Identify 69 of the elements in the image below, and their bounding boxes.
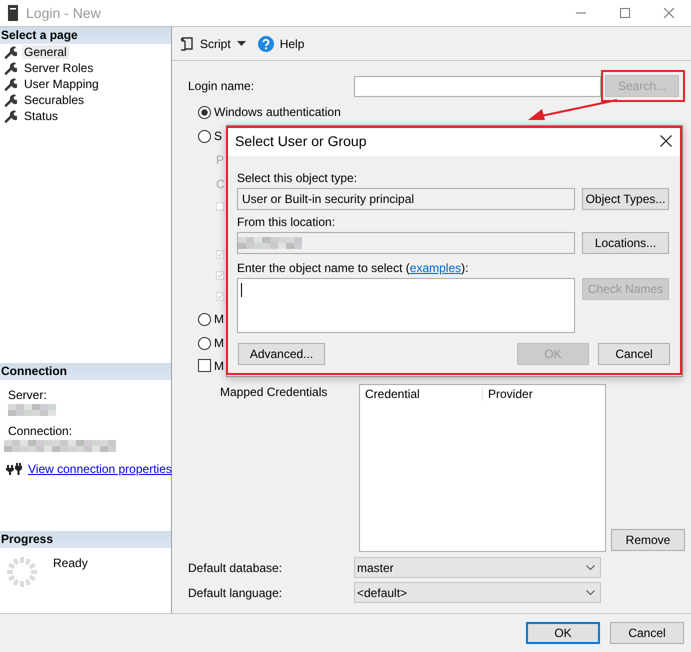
field-label: Select this object type: <box>237 171 358 185</box>
option-label: S <box>214 129 222 143</box>
script-button[interactable]: Script <box>200 36 231 50</box>
radio-button[interactable] <box>198 106 211 118</box>
location-field[interactable] <box>237 232 575 254</box>
chevron-icon <box>586 590 595 595</box>
column-header: Provider <box>487 387 533 401</box>
login-name-field[interactable] <box>354 76 601 96</box>
option-label: M <box>214 336 224 350</box>
radio-button[interactable] <box>198 130 211 142</box>
status-text: Ready <box>53 556 88 572</box>
radio-button[interactable] <box>198 336 211 350</box>
option-label: M <box>214 358 224 372</box>
column-header: Credential <box>360 387 483 401</box>
field-label: Enter the object name to select (examples): <box>237 261 470 275</box>
maximize-icon[interactable] <box>619 7 631 19</box>
wrench-icon <box>4 78 17 90</box>
cancel-button[interactable]: Cancel <box>610 622 684 644</box>
plug-icon <box>6 463 22 475</box>
object-name-field[interactable] <box>237 278 575 333</box>
option-label: M <box>214 312 224 326</box>
field-label: Default database: <box>188 560 284 574</box>
field-label: Default language: <box>188 586 284 600</box>
advanced-button[interactable]: Advanced... <box>238 343 325 365</box>
page-item[interactable]: Status <box>22 109 60 123</box>
checkbox[interactable] <box>198 359 211 372</box>
section-header: Connection <box>0 363 171 380</box>
option-label: C <box>216 177 225 191</box>
cancel-button[interactable]: Cancel <box>598 343 670 365</box>
locations-button[interactable]: Locations... <box>582 232 669 254</box>
window-title: Login - New <box>26 5 102 21</box>
section-header: Progress <box>0 531 171 548</box>
wrench-icon <box>4 46 17 58</box>
field-label: Connection: <box>7 424 74 438</box>
spinner-icon <box>6 556 38 588</box>
wrench-icon <box>4 94 17 106</box>
redacted-value <box>8 404 56 416</box>
page-item[interactable]: Server Roles <box>22 61 96 75</box>
redacted-value <box>238 237 302 249</box>
wrench-icon <box>4 110 17 122</box>
field-label: Server: <box>7 388 48 402</box>
close-icon[interactable] <box>660 135 672 147</box>
script-icon <box>180 36 194 52</box>
help-icon[interactable] <box>258 36 274 52</box>
help-button[interactable]: Help <box>280 36 304 50</box>
object-type-field[interactable]: User or Built-in security principal <box>237 188 575 210</box>
language-dropdown[interactable]: <default> <box>354 582 601 603</box>
database-dropdown[interactable]: master <box>354 557 601 578</box>
page-item[interactable]: General <box>22 45 69 59</box>
text-cursor <box>241 283 242 297</box>
remove-button[interactable]: Remove <box>611 529 685 551</box>
ok-button[interactable]: OK <box>526 622 600 644</box>
dialog-title: Select User or Group <box>235 133 366 149</box>
section-label: Mapped Credentials <box>219 384 328 401</box>
field-label: From this location: <box>237 215 336 229</box>
page-item[interactable]: Securables <box>22 93 86 107</box>
object-types-button[interactable]: Object Types... <box>582 188 669 210</box>
option-label: Windows authentication <box>214 105 341 119</box>
chevron-icon <box>586 565 595 570</box>
option-label: P <box>216 153 224 167</box>
link[interactable]: examples <box>410 261 462 275</box>
radio-button[interactable] <box>198 312 211 326</box>
caret-icon[interactable] <box>236 41 246 46</box>
wrench-icon <box>4 62 17 74</box>
section-header: Select a page <box>0 27 171 44</box>
field-label: Login name: <box>188 79 256 93</box>
link[interactable]: View connection properties <box>28 462 172 476</box>
page-item[interactable]: User Mapping <box>22 77 101 91</box>
app-icon <box>8 5 18 21</box>
